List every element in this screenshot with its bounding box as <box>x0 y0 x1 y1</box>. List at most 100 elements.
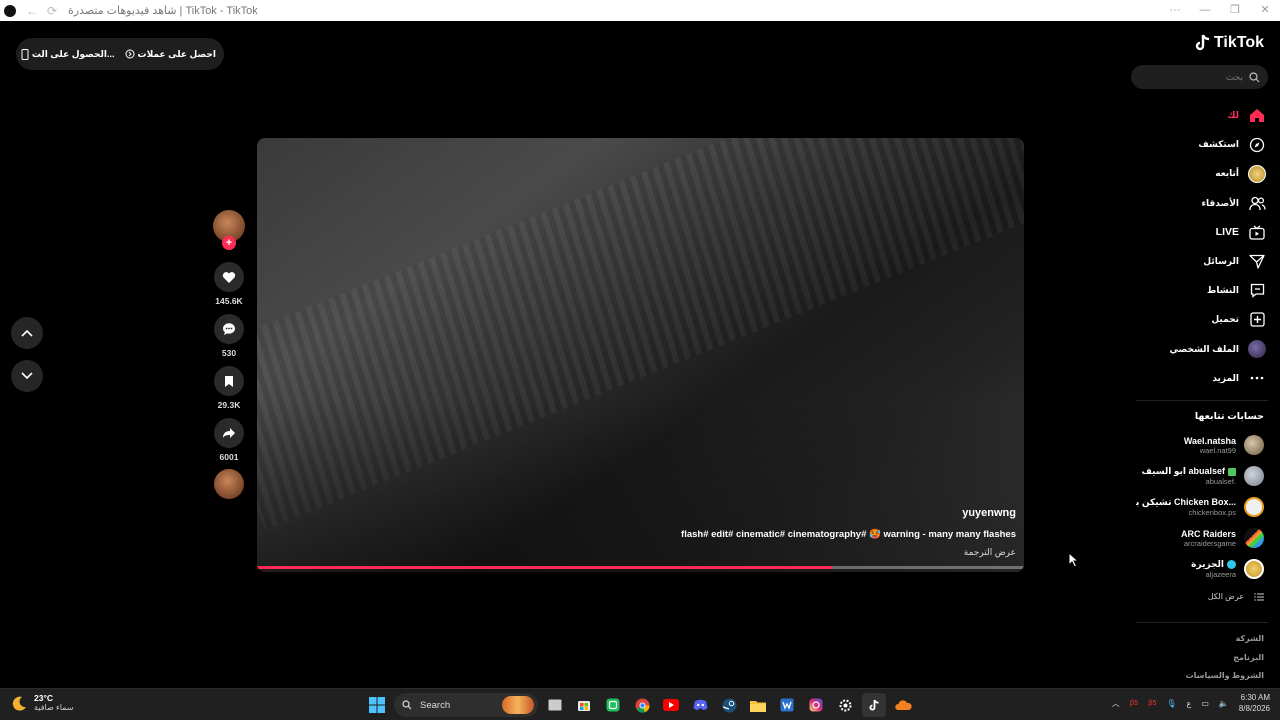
promo-bar: احصل على عملات الحصول على الت... <box>16 38 224 70</box>
comment-count: 530 <box>221 348 237 358</box>
moon-icon <box>12 696 26 711</box>
account-avatar <box>1244 528 1264 548</box>
window-title: شاهد فيديوهات متصدرة | TikTok - TikTok <box>68 5 258 17</box>
steam-icon[interactable] <box>717 693 741 717</box>
wordle-app-icon[interactable] <box>775 693 799 717</box>
tiktok-taskbar-icon[interactable] <box>862 693 886 717</box>
sidebar-nav: لك استكشف أتابعه الأصدقاء LIVE الرسائل ا… <box>1126 101 1266 393</box>
close-icon[interactable]: ✕ <box>1250 0 1280 21</box>
store-icon[interactable] <box>572 693 596 717</box>
taskbar-search[interactable]: Search <box>394 693 538 717</box>
save-button[interactable] <box>214 366 244 396</box>
sidebar-divider <box>1136 400 1268 401</box>
comment-button[interactable] <box>214 314 244 344</box>
following-account[interactable]: Wael.natsha wael.nat99 <box>1124 433 1264 457</box>
search-input[interactable]: بحث <box>1131 65 1268 89</box>
task-view-icon[interactable] <box>543 693 567 717</box>
video-caption: flash# edit# cinematic# cinematography# … <box>681 529 1016 540</box>
footer-link-program[interactable]: البرنامج <box>1233 653 1264 662</box>
chrome-icon[interactable] <box>630 693 654 717</box>
music-disc[interactable] <box>214 469 244 499</box>
activity-icon <box>1248 282 1266 300</box>
list-icon <box>1254 592 1264 601</box>
settings-gear-icon[interactable] <box>833 693 857 717</box>
previous-video-button[interactable] <box>11 317 43 349</box>
live-tv-icon <box>1248 223 1266 241</box>
refresh-icon[interactable]: ⟳ <box>42 4 62 18</box>
microphone-icon[interactable]: 🎙 <box>1166 699 1176 708</box>
clock-date: 8/8/2026 <box>1238 704 1270 713</box>
creator-avatar[interactable]: + <box>213 210 245 250</box>
share-button[interactable] <box>214 418 244 448</box>
tray-overflow-chevron-icon[interactable]: ︿ <box>1112 698 1120 709</box>
following-avatar-icon <box>1248 164 1266 183</box>
nav-activity[interactable]: النشاط <box>1126 276 1266 305</box>
more-options-icon[interactable]: ··· <box>1160 0 1190 21</box>
minimize-icon[interactable]: — <box>1190 0 1220 21</box>
system-tray: ︿ ꞵ5 ꞵ5 🎙 ع ▭ 🔈 6:30 AM 8/8/2026 <box>1112 692 1270 714</box>
tray-app-icon-2[interactable]: ꞵ5 <box>1148 699 1156 708</box>
nav-for-you[interactable]: لك <box>1126 101 1266 130</box>
search-highlight-image <box>502 696 534 714</box>
footer-link-terms[interactable]: الشروط والسياسات <box>1186 671 1264 680</box>
tiktok-app-icon <box>4 4 16 17</box>
follow-plus-icon[interactable]: + <box>222 236 236 250</box>
next-video-button[interactable] <box>11 360 43 392</box>
see-all-link[interactable]: عرض الكل <box>1208 592 1264 601</box>
see-translation-link[interactable]: عرض الترجمة <box>964 547 1016 558</box>
like-button[interactable] <box>214 262 244 292</box>
whatsapp-icon[interactable] <box>601 693 625 717</box>
file-explorer-icon[interactable] <box>746 693 770 717</box>
tray-app-icon[interactable]: ꞵ5 <box>1130 699 1138 708</box>
coin-icon <box>125 49 135 59</box>
video-player[interactable]: yuyenwng flash# edit# cinematic# cinemat… <box>257 138 1024 572</box>
video-progress-fill <box>257 566 833 569</box>
tiktok-logo[interactable]: TikTok <box>1195 34 1264 52</box>
share-arrow-icon <box>223 428 235 438</box>
back-icon[interactable]: ← <box>22 4 42 18</box>
heart-icon <box>222 271 236 283</box>
search-icon <box>1249 71 1260 82</box>
following-account[interactable]: تشيكن بوكس Chicken Box...chickenbox.ps <box>1124 495 1264 519</box>
nav-friends[interactable]: الأصدقاء <box>1126 189 1266 218</box>
video-author[interactable]: yuyenwng <box>962 507 1016 519</box>
cloud-app-icon[interactable] <box>891 693 915 717</box>
clock[interactable]: 6:30 AM 8/8/2026 <box>1239 692 1270 714</box>
nav-more[interactable]: المزيد <box>1126 364 1266 393</box>
account-avatar <box>1244 559 1264 579</box>
volume-icon[interactable]: 🔈 <box>1219 699 1229 708</box>
get-coins-label: احصل على عملات <box>137 48 216 59</box>
following-account[interactable]: ARC Raiders arcraidersgame <box>1124 526 1264 550</box>
video-progress-bar[interactable] <box>257 566 1024 569</box>
mouse-cursor-icon <box>1068 552 1080 568</box>
home-icon <box>1248 107 1266 125</box>
nav-live[interactable]: LIVE <box>1126 218 1266 247</box>
footer-link-company[interactable]: الشركة <box>1236 634 1264 643</box>
account-avatar <box>1244 466 1264 486</box>
following-account[interactable]: الجزيرة aljazeera <box>1124 557 1264 581</box>
restore-icon[interactable]: ❐ <box>1220 0 1250 21</box>
weather-condition: سماء صافية <box>34 703 74 712</box>
nav-profile[interactable]: الملف الشخصي <box>1126 335 1266 364</box>
nav-messages[interactable]: الرسائل <box>1126 247 1266 276</box>
account-avatar <box>1244 497 1264 517</box>
taskbar: 23°C سماء صافية Search ︿ ꞵ5 ꞵ5 🎙 ع ▭ 🔈 6… <box>0 688 1280 720</box>
comment-icon <box>223 323 235 335</box>
weather-widget[interactable]: 23°C سماء صافية <box>12 693 74 712</box>
start-button[interactable] <box>365 693 389 717</box>
network-icon[interactable]: ▭ <box>1201 699 1209 708</box>
nav-following[interactable]: أتابعه <box>1126 159 1266 188</box>
youtube-icon[interactable] <box>659 693 683 717</box>
chevron-down-icon <box>21 372 33 380</box>
search-placeholder: بحث <box>1225 71 1243 82</box>
nav-explore[interactable]: استكشف <box>1126 130 1266 159</box>
get-app-button[interactable]: الحصول على الت... <box>21 48 115 60</box>
get-coins-button[interactable]: احصل على عملات <box>125 49 216 60</box>
keyboard-language[interactable]: ع <box>1187 699 1192 708</box>
following-account[interactable]: ابو السيف abualsef abualsef. <box>1124 464 1264 488</box>
instagram-icon[interactable] <box>804 693 828 717</box>
nav-upload[interactable]: تحميل <box>1126 305 1266 334</box>
verified-badge-icon <box>1228 467 1236 476</box>
discord-icon[interactable] <box>688 693 712 717</box>
windows-logo-icon <box>369 697 385 713</box>
